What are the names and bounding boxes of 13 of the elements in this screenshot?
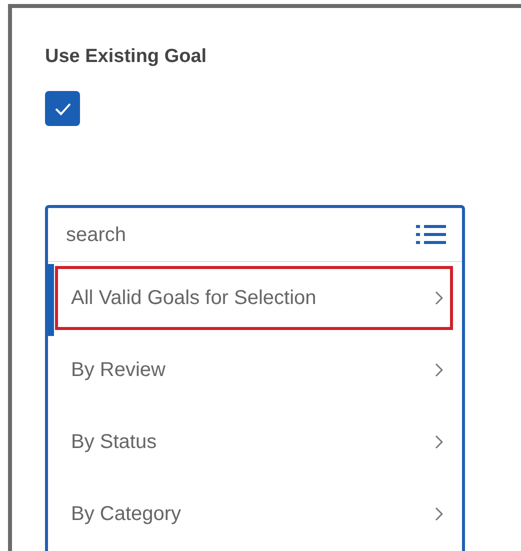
- field-label: Use Existing Goal: [45, 45, 207, 69]
- chevron-right-icon: [435, 363, 443, 377]
- menu-option[interactable]: By Category: [55, 482, 453, 546]
- menu-option[interactable]: By Review: [55, 338, 453, 402]
- check-icon: [54, 102, 72, 116]
- search-field[interactable]: search: [66, 220, 416, 250]
- chevron-right-icon: [435, 291, 443, 305]
- menu-option[interactable]: By Status: [55, 410, 453, 474]
- list-icon[interactable]: [416, 224, 446, 246]
- checkbox[interactable]: [45, 91, 80, 126]
- chevron-right-icon: [435, 507, 443, 521]
- chevron-right-icon: [435, 435, 443, 449]
- menu-option[interactable]: All Valid Goals for Selection: [55, 266, 453, 330]
